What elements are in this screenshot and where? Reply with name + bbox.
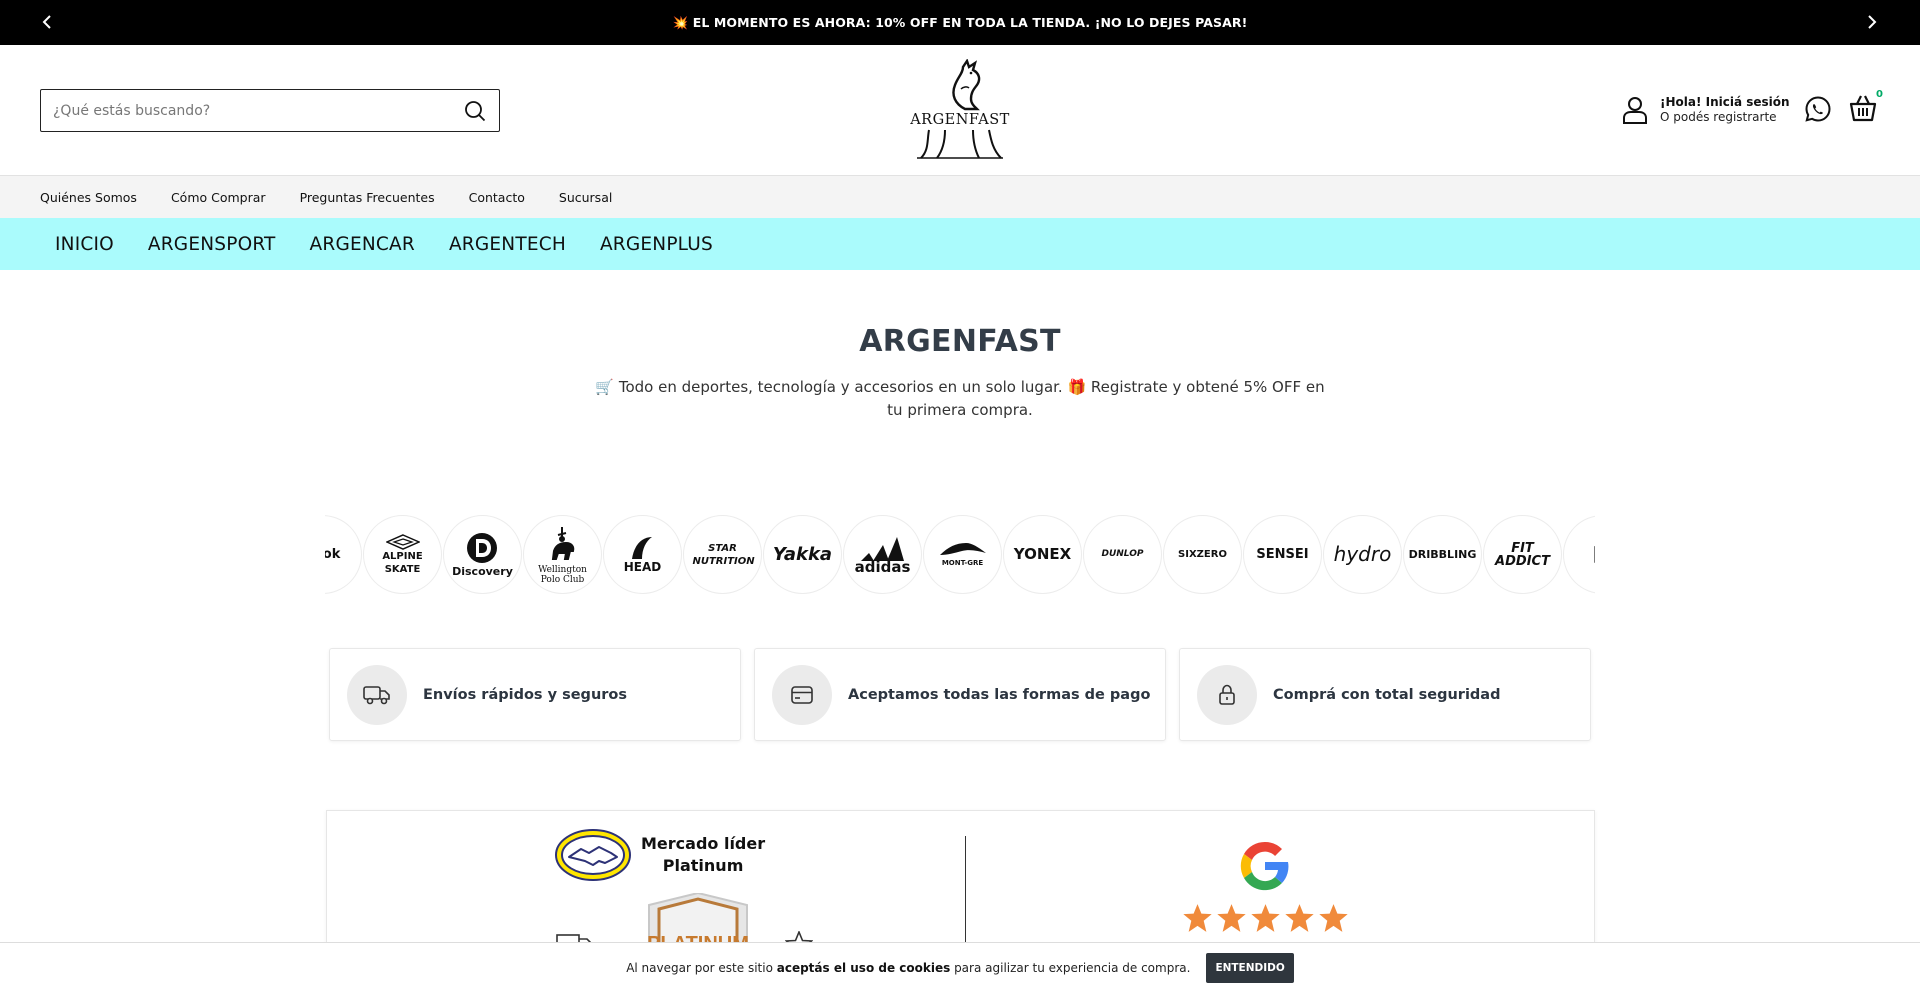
brand-label: Yakka [772,544,833,565]
brand-logo-yakka[interactable]: Yakka [763,515,842,594]
brand-logo-yonex[interactable]: YONEX [1003,515,1082,594]
diamond-icon [385,533,420,550]
star-icon [1217,904,1246,932]
brand-logo-adidas[interactable]: adidas [843,515,922,594]
cookie-text-bold: aceptás el uso de cookies [776,961,951,975]
brand-logo-fit-addict[interactable]: FIT ADDICT [1483,515,1562,594]
cookie-accept-button[interactable]: ENTENDIDO [1206,953,1294,983]
credit-card-icon [772,664,832,725]
brand-logo-dunlop[interactable]: DUNLOP [1083,515,1162,594]
star-icon [1251,904,1280,932]
search-box [40,89,500,132]
brand-logo-reebok[interactable]: ebok [325,515,362,594]
category-nav: INICIO ARGENSPORT ARGENCAR ARGENTECH ARG… [0,218,1920,270]
brand-logo-head[interactable]: HEAD [603,515,682,594]
mountain-icon [939,543,986,555]
brand-label: SIXZERO [1178,549,1227,560]
feature-card-security: Comprá con total seguridad [1179,648,1591,741]
brand-label: ⊠ [1592,542,1595,566]
mercado-lider-badge: Mercado líder Platinum [555,829,765,881]
brand-logo-dribbling[interactable]: DRIBBLING [1403,515,1482,594]
brand-logo-star-nutrition[interactable]: STAR NUTRITION [683,515,762,594]
nav-como-comprar[interactable]: Cómo Comprar [171,190,266,205]
brand-logo-discovery[interactable]: Discovery [443,515,522,594]
brand-logo-partial[interactable]: ⊠ [1563,515,1595,594]
brand-label: hydro [1333,542,1392,566]
category-inicio[interactable]: INICIO [55,234,114,255]
category-argentech[interactable]: ARGENTECH [449,234,566,255]
brand-label: STAR NUTRITION [692,542,755,567]
whatsapp-icon[interactable] [1804,95,1832,123]
brand-label: ALPINE SKATE [382,550,423,575]
globe-icon [467,533,498,563]
category-argensport[interactable]: ARGENSPORT [148,234,276,255]
feature-card-payment: Aceptamos todas las formas de pago [754,648,1166,741]
nav-quienes-somos[interactable]: Quiénes Somos [40,190,137,205]
cookie-text-before: Al navegar por este sitio [626,961,777,975]
mercado-lider-line2: Platinum [662,856,744,875]
head-swoosh-icon [631,537,652,559]
brand-label: ebok [325,547,341,562]
feature-shipping-label: Envíos rápidos y seguros [423,686,628,703]
brand-label: Wellington Polo Club [538,564,587,585]
nav-preguntas-frecuentes[interactable]: Preguntas Frecuentes [300,190,435,205]
brand-label: MONT-GRE [941,559,984,567]
secondary-nav: Quiénes Somos Cómo Comprar Preguntas Fre… [0,175,1920,218]
logo-legs-icon [917,129,1003,159]
brand-label: adidas [854,558,911,576]
chevron-right-icon[interactable] [1862,12,1882,32]
cookie-text: Al navegar por este sitio aceptás el uso… [626,961,1190,975]
feature-card-shipping: Envíos rápidos y seguros [329,648,741,741]
page-title: ARGENFAST [859,324,1061,359]
announcement-text: 💥 EL MOMENTO ES AHORA: 10% OFF EN TODA L… [672,14,1248,30]
feature-security-label: Comprá con total seguridad [1273,686,1501,703]
star-icon [1285,904,1314,932]
brand-label: SENSEI [1256,547,1309,562]
account-link[interactable]: ¡Hola! Iniciá sesión O podés registrarte [1622,95,1790,125]
rating-stars [1182,903,1349,933]
nav-contacto[interactable]: Contacto [469,190,525,205]
chevron-left-icon[interactable] [37,12,57,32]
category-argenplus[interactable]: ARGENPLUS [600,234,713,255]
site-logo[interactable]: ARGENFAST [910,59,1010,161]
search-icon[interactable] [463,99,487,123]
truck-icon [347,664,407,725]
announcement-bar: 💥 EL MOMENTO ES AHORA: 10% OFF EN TODA L… [0,0,1920,45]
account-login-text: ¡Hola! Iniciá sesión [1660,95,1790,109]
star-icon [1183,904,1212,932]
cookie-banner: Al navegar por este sitio aceptás el uso… [0,942,1920,993]
brand-logo-hydro[interactable]: hydro [1323,515,1402,594]
brand-logo-sixzero[interactable]: SIXZERO [1163,515,1242,594]
hero-subtitle: 🛒 Todo en deportes, tecnología y accesor… [595,378,1325,419]
handshake-icon [555,829,631,881]
star-icon [1319,904,1348,932]
brand-logo-sensei[interactable]: SENSEI [1243,515,1322,594]
category-argencar[interactable]: ARGENCAR [310,234,415,255]
argenfast-logo-mark-icon [952,59,981,111]
nav-sucursal[interactable]: Sucursal [559,190,612,205]
lock-icon [1197,664,1257,725]
cart-count-badge: 0 [1876,89,1883,100]
search-input[interactable] [53,102,463,119]
account-register-text: O podés registrarte [1660,110,1777,124]
brand-label: HEAD [623,560,662,574]
brand-label: DUNLOP [1101,549,1144,559]
brand-label: Discovery [452,565,513,578]
google-icon [1240,841,1289,891]
brand-label: FIT ADDICT [1495,540,1550,569]
polo-player-icon [551,526,574,560]
site-header: ARGENFAST ¡Hola! Iniciá sesión O podés r… [0,45,1920,175]
brand-label: YONEX [1013,545,1072,563]
brand-carousel: ebok ALPINE SKATE Discovery Wellington P… [325,515,1595,595]
brand-logo-alpine-skate[interactable]: ALPINE SKATE [363,515,442,594]
cart-icon[interactable]: 0 [1848,89,1883,125]
user-icon [1623,97,1647,124]
mercado-lider-line1: Mercado líder [641,834,766,853]
logo-text: ARGENFAST [910,112,1010,128]
brand-logo-wellington[interactable]: Wellington Polo Club [523,515,602,594]
brand-logo-montagne[interactable]: MONT-GRE [923,515,1002,594]
feature-payment-label: Aceptamos todas las formas de pago [848,686,1151,703]
cookie-text-after: para agilizar tu experiencia de compra. [950,961,1191,975]
brand-label: DRIBBLING [1408,548,1477,561]
